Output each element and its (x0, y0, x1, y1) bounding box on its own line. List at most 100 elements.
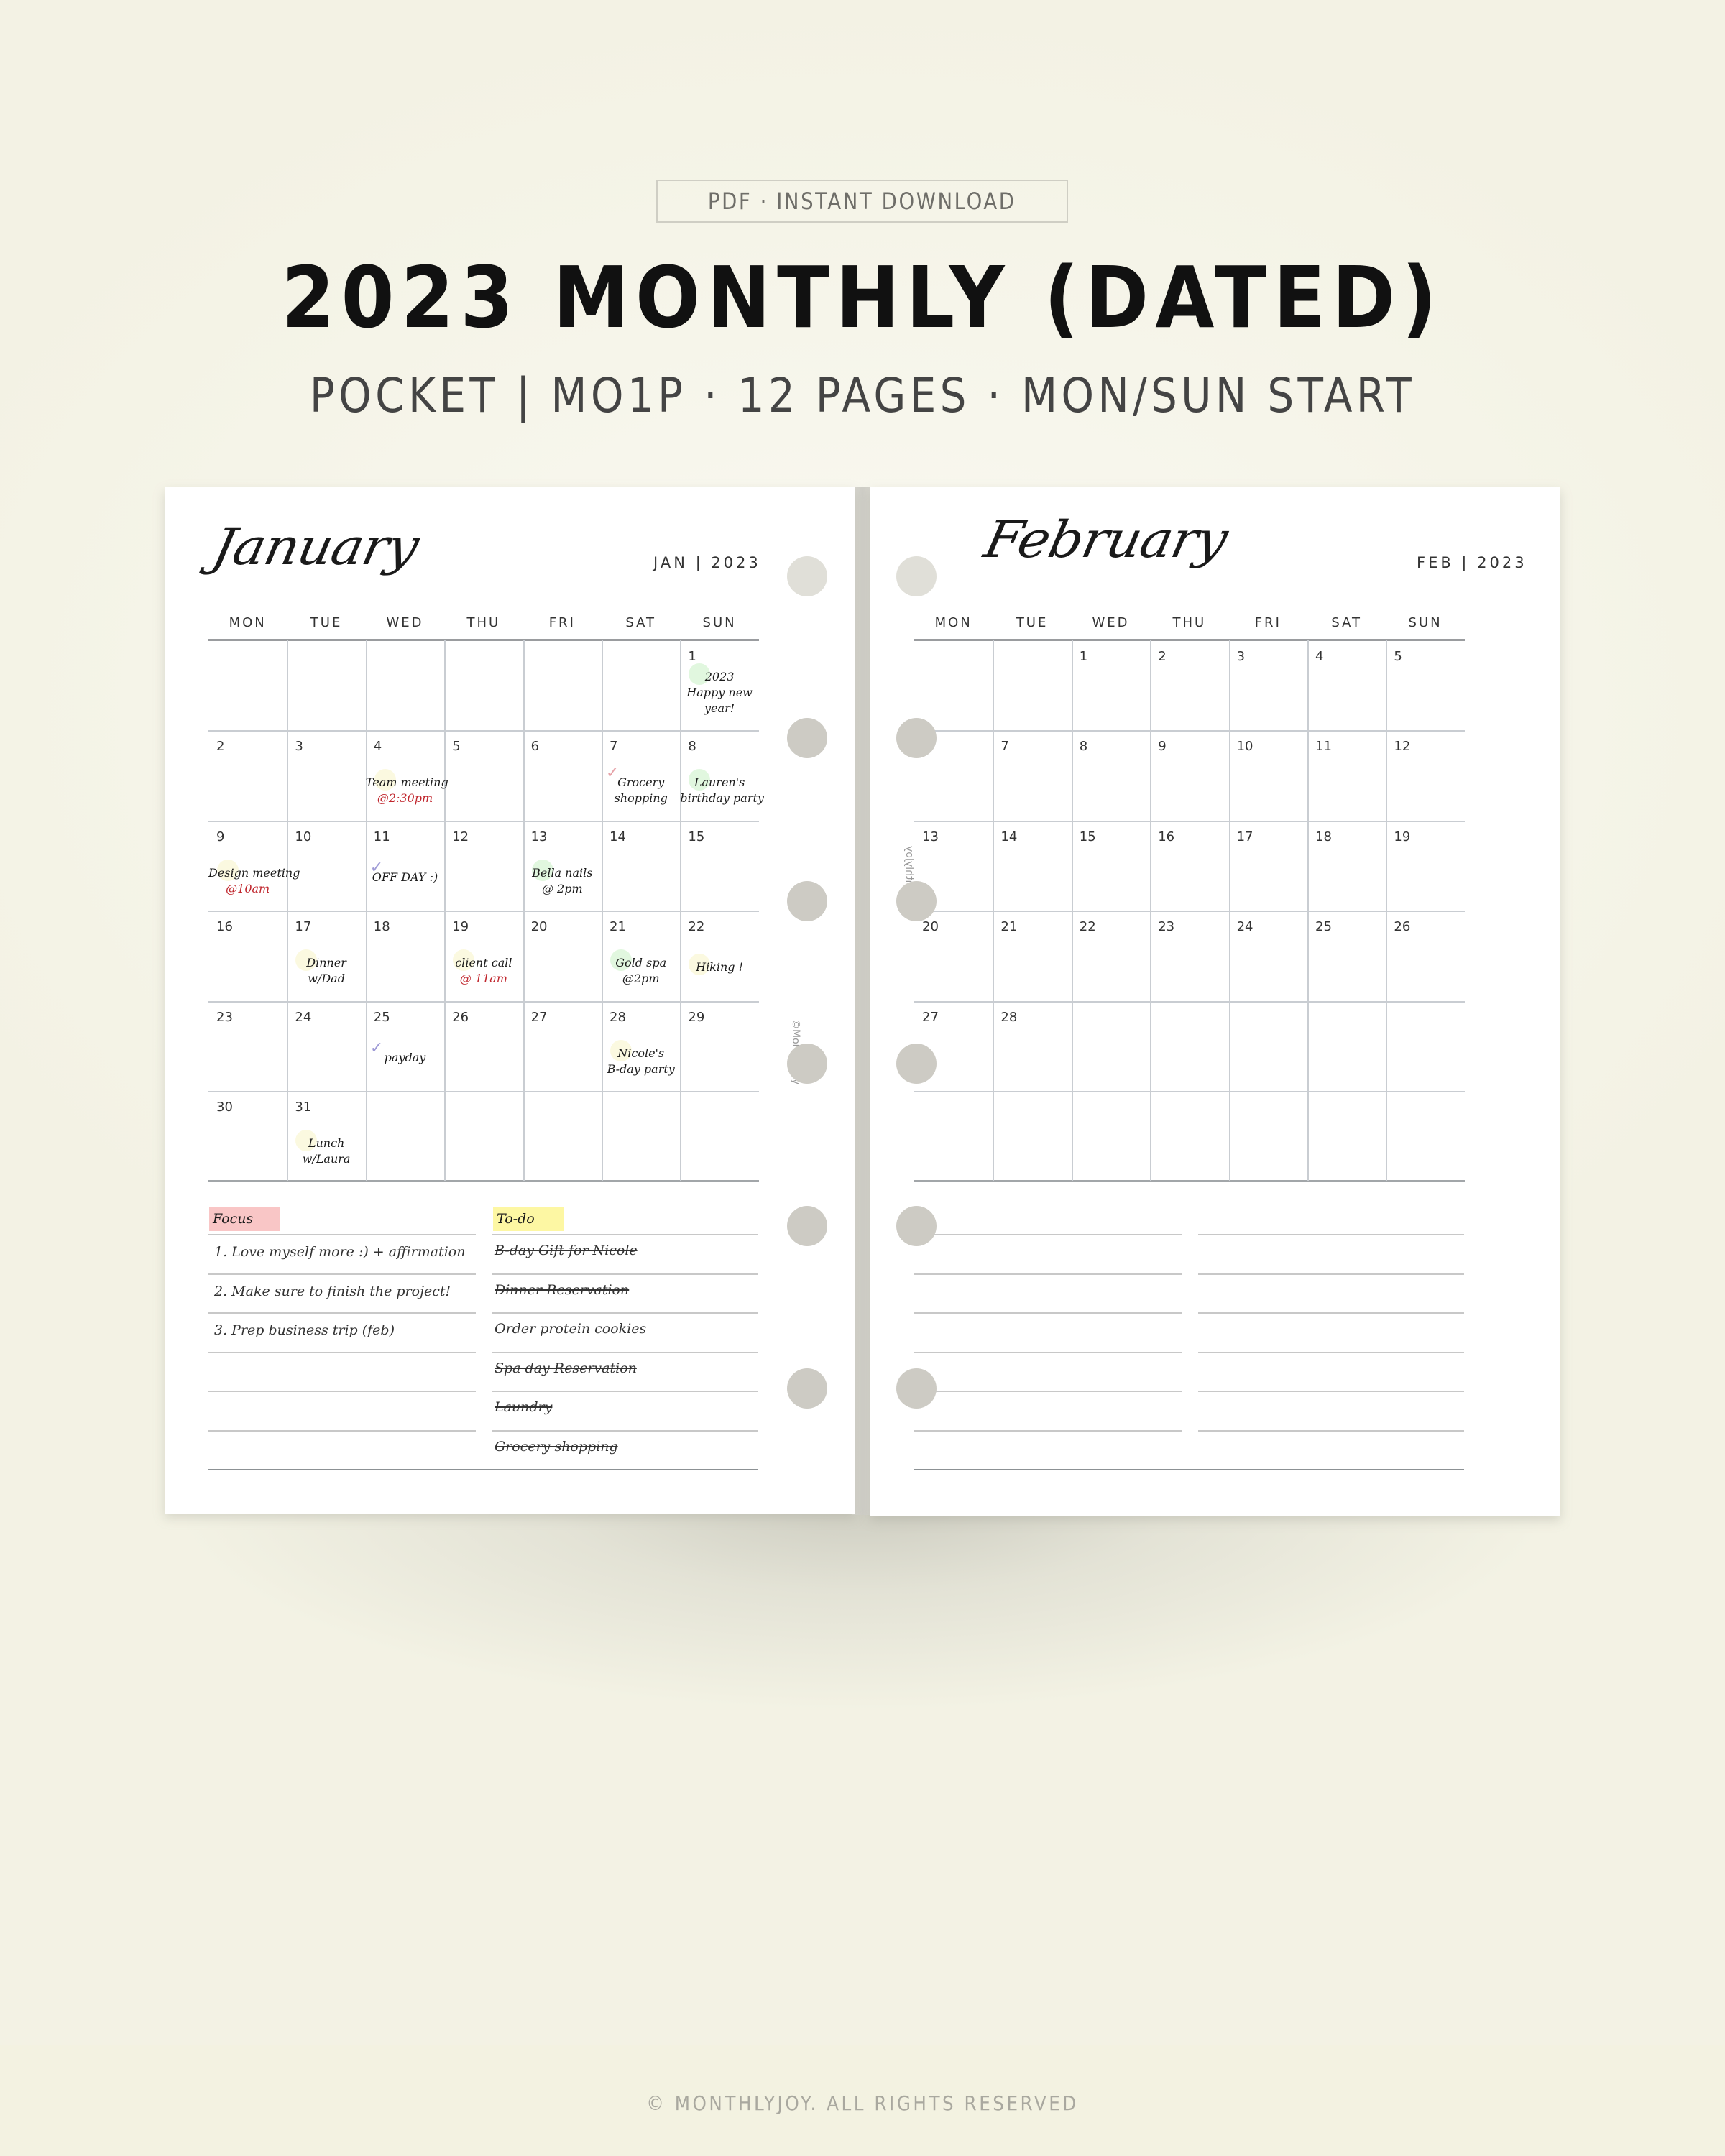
calendar-event[interactable]: Gold spa @2pm (602, 955, 680, 987)
calendar-event[interactable]: Design meeting @10am (208, 865, 300, 897)
event-text: Happy new (686, 686, 753, 699)
event-text: 2023 (704, 670, 735, 683)
day-number[interactable]: 26 (452, 1010, 469, 1025)
binder-hole (896, 881, 937, 921)
day-number[interactable]: 28 (610, 1010, 626, 1025)
day-number[interactable]: 16 (1158, 829, 1174, 844)
day-number[interactable]: 7 (610, 739, 617, 754)
calendar-event[interactable]: Lunch w/Laura (287, 1135, 365, 1167)
day-number[interactable]: 13 (922, 829, 939, 844)
list-line (914, 1312, 1182, 1314)
day-number[interactable]: 9 (216, 829, 224, 844)
day-number[interactable]: 20 (531, 919, 548, 934)
calendar-event[interactable]: Lauren's birthday party (680, 775, 764, 806)
binder-hole (896, 718, 937, 758)
list-line (914, 1429, 1182, 1432)
day-number[interactable]: 4 (1315, 649, 1323, 664)
day-number[interactable]: 8 (1080, 739, 1087, 754)
todo-item[interactable]: Dinner Reservation (494, 1282, 629, 1298)
day-number[interactable]: 13 (531, 829, 548, 844)
focus-item[interactable]: 1. Love myself more :) + affirmation (214, 1244, 465, 1260)
day-number[interactable]: 20 (922, 919, 939, 934)
calendar-event[interactable]: payday (366, 1050, 444, 1066)
calendar-event[interactable]: Grocery shopping (602, 775, 680, 806)
day-number[interactable]: 28 (1000, 1010, 1017, 1025)
list-line (492, 1351, 758, 1353)
footer-copyright: © MONTHLYJOY. ALL RIGHTS RESERVED (646, 2091, 1079, 2115)
weekday-header: WED (386, 615, 424, 630)
calendar-event[interactable]: OFF DAY :) (366, 870, 444, 885)
day-number[interactable]: 23 (1158, 919, 1174, 934)
day-number[interactable]: 1 (688, 649, 696, 664)
day-number[interactable]: 25 (374, 1010, 390, 1025)
day-number[interactable]: 21 (1000, 919, 1017, 934)
day-number[interactable]: 6 (531, 739, 539, 754)
day-number[interactable]: 4 (374, 739, 382, 754)
day-number[interactable]: 15 (1080, 829, 1096, 844)
day-number[interactable]: 15 (688, 829, 704, 844)
day-number[interactable]: 10 (1237, 739, 1254, 754)
day-number[interactable]: 3 (295, 739, 303, 754)
day-number[interactable]: 16 (216, 919, 233, 934)
badge-text: PDF · INSTANT DOWNLOAD (708, 188, 1016, 215)
day-number[interactable]: 22 (1080, 919, 1096, 934)
day-number[interactable]: 17 (1237, 829, 1254, 844)
day-number[interactable]: 21 (610, 919, 626, 934)
todo-item[interactable]: Order protein cookies (494, 1321, 646, 1337)
day-number[interactable]: 31 (295, 1100, 311, 1115)
day-number[interactable]: 11 (374, 829, 390, 844)
grid-column-line (1228, 640, 1230, 1181)
day-number[interactable]: 29 (688, 1010, 704, 1025)
todo-item[interactable]: Spa day Reservation (494, 1360, 637, 1376)
todo-item[interactable]: Grocery shopping (494, 1439, 618, 1455)
day-number[interactable]: 14 (610, 829, 626, 844)
day-number[interactable]: 19 (452, 919, 469, 934)
grid-column-line (602, 640, 603, 1181)
day-number[interactable]: 1 (1080, 649, 1087, 664)
focus-item[interactable]: 3. Prep business trip (feb) (214, 1322, 395, 1338)
day-number[interactable]: 23 (216, 1010, 233, 1025)
calendar-event[interactable]: Team meeting @2:30pm (366, 775, 448, 806)
day-number[interactable]: 14 (1000, 829, 1017, 844)
day-number[interactable]: 18 (1315, 829, 1332, 844)
day-number[interactable]: 27 (531, 1010, 548, 1025)
day-number[interactable]: 5 (1394, 649, 1402, 664)
calendar-event[interactable]: 2023 Happy new year! (680, 669, 758, 717)
day-number[interactable]: 18 (374, 919, 390, 934)
todo-item[interactable]: B-day Gift for Nicole (494, 1243, 638, 1258)
calendar-event[interactable]: Dinner w/Dad (287, 955, 365, 987)
calendar-event[interactable]: client call @ 11am (444, 955, 523, 987)
day-number[interactable]: 2 (1158, 649, 1166, 664)
day-number[interactable]: 17 (295, 919, 311, 934)
day-number[interactable]: 2 (216, 739, 224, 754)
day-number[interactable]: 24 (1237, 919, 1254, 934)
day-number[interactable]: 11 (1315, 739, 1332, 754)
day-number[interactable]: 12 (1394, 739, 1410, 754)
day-number[interactable]: 10 (295, 829, 311, 844)
day-number[interactable]: 3 (1237, 649, 1245, 664)
day-number[interactable]: 25 (1315, 919, 1332, 934)
day-number[interactable]: 27 (922, 1010, 939, 1025)
day-number[interactable]: 7 (1000, 739, 1008, 754)
list-line (914, 1234, 1182, 1235)
day-number[interactable]: 30 (216, 1100, 233, 1115)
day-number[interactable]: 8 (688, 739, 696, 754)
event-text: Gold spa (615, 956, 667, 970)
calendar-event[interactable]: Nicole's B-day party (602, 1046, 680, 1077)
calendar-event[interactable]: Bella nails @ 2pm (523, 865, 602, 897)
grid-column-line (365, 640, 367, 1181)
day-number[interactable]: 12 (452, 829, 469, 844)
weekday-header: SUN (702, 615, 737, 630)
calendar-event[interactable]: Hiking ! (680, 959, 758, 975)
title-text: 2023 MONTHLY (DATED) (281, 248, 1444, 347)
day-number[interactable]: 5 (452, 739, 460, 754)
weekday-header: FRI (1254, 615, 1282, 630)
day-number[interactable]: 24 (295, 1010, 311, 1025)
todo-item[interactable]: Laundry (494, 1399, 552, 1415)
day-number[interactable]: 26 (1394, 919, 1410, 934)
day-number[interactable]: 22 (688, 919, 704, 934)
day-number[interactable]: 19 (1394, 829, 1410, 844)
day-number[interactable]: 9 (1158, 739, 1166, 754)
grid-column-line (1307, 640, 1309, 1181)
focus-item[interactable]: 2. Make sure to finish the project! (214, 1284, 451, 1299)
